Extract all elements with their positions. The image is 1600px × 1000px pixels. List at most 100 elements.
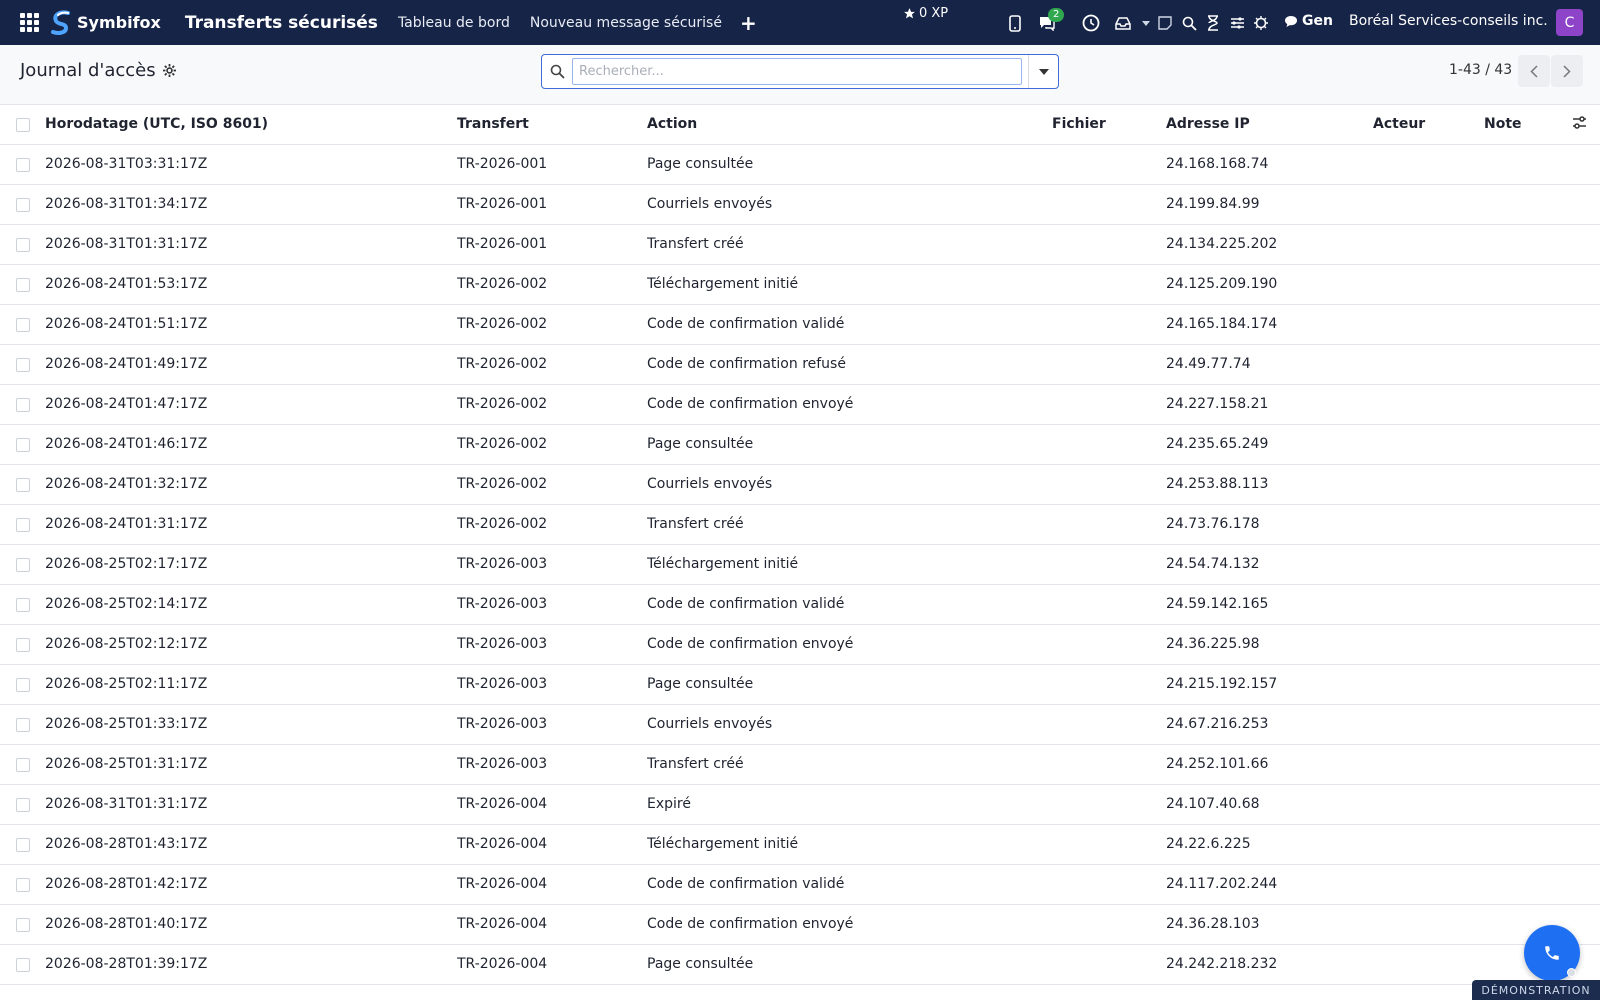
row-checkbox[interactable] [16, 358, 30, 372]
search-options-caret-icon[interactable] [1028, 55, 1058, 88]
row-checkbox[interactable] [16, 198, 30, 212]
company-switcher[interactable]: Boréal Services-conseils inc. [1349, 13, 1548, 29]
column-header-action[interactable]: Action [647, 105, 1047, 144]
cell-transfer: TR-2026-001 [457, 196, 548, 212]
table-row[interactable]: 2026-08-31T03:31:17Z TR-2026-001 Page cons… [0, 145, 1600, 185]
cell-actor [1373, 865, 1473, 904]
table-row[interactable]: 2026-08-24T01:49:17Z TR-2026-002 Code de c… [0, 345, 1600, 385]
row-checkbox[interactable] [16, 878, 30, 892]
table-row[interactable]: 2026-08-25T02:14:17Z TR-2026-003 Code de c… [0, 585, 1600, 625]
row-checkbox[interactable] [16, 318, 30, 332]
table-row[interactable]: 2026-08-25T01:31:17Z TR-2026-003 Transfert… [0, 745, 1600, 785]
xp-counter[interactable]: 0 XP [903, 6, 948, 21]
row-checkbox[interactable] [16, 478, 30, 492]
pager-value[interactable]: 1-43 / 43 [1449, 62, 1512, 78]
table-row[interactable]: 2026-08-25T01:33:17Z TR-2026-003 Courriels… [0, 705, 1600, 745]
table-row[interactable]: 2026-08-24T01:47:17Z TR-2026-002 Code de c… [0, 385, 1600, 425]
note-icon[interactable] [1154, 12, 1176, 34]
row-checkbox[interactable] [16, 558, 30, 572]
cell-file [1052, 785, 1162, 824]
brand-name: Symbifox [77, 13, 161, 32]
table-row[interactable]: 2026-08-28T01:39:17Z TR-2026-004 Page cons… [0, 945, 1600, 985]
table-row[interactable]: 2026-08-28T01:42:17Z TR-2026-004 Code de c… [0, 865, 1600, 905]
call-button[interactable] [1524, 925, 1580, 981]
row-checkbox[interactable] [16, 398, 30, 412]
inbox-icon[interactable] [1112, 12, 1134, 34]
row-checkbox[interactable] [16, 238, 30, 252]
column-header-ip[interactable]: Adresse IP [1166, 105, 1366, 144]
column-header-file[interactable]: Fichier [1052, 105, 1162, 144]
table-row[interactable]: 2026-08-28T01:43:17Z TR-2026-004 Télécharg… [0, 825, 1600, 865]
table-row[interactable]: 2026-08-25T02:11:17Z TR-2026-003 Page cons… [0, 665, 1600, 705]
table-row[interactable]: 2026-08-25T02:12:17Z TR-2026-003 Code de c… [0, 625, 1600, 665]
app-title[interactable]: Transferts sécurisés [185, 13, 378, 33]
add-icon[interactable]: + [740, 13, 757, 33]
search-icon[interactable] [542, 64, 572, 79]
table-row[interactable]: 2026-08-31T01:31:17Z TR-2026-004 Expiré 24.… [0, 785, 1600, 825]
row-checkbox[interactable] [16, 678, 30, 692]
cell-transfer: TR-2026-004 [457, 916, 548, 932]
page-title: Journal d'accès [20, 60, 176, 81]
row-checkbox[interactable] [16, 518, 30, 532]
row-checkbox[interactable] [16, 718, 30, 732]
table-row[interactable]: 2026-08-24T01:51:17Z TR-2026-002 Code de c… [0, 305, 1600, 345]
apps-menu-icon[interactable] [16, 10, 42, 36]
row-checkbox[interactable] [16, 158, 30, 172]
row-checkbox[interactable] [16, 438, 30, 452]
nav-new-message[interactable]: Nouveau message sécurisé [530, 15, 722, 31]
column-header-timestamp[interactable]: Horodatage (UTC, ISO 8601) [45, 105, 445, 144]
gear-icon[interactable] [162, 64, 176, 77]
cell-action: Expiré [647, 796, 691, 812]
row-checkbox[interactable] [16, 838, 30, 852]
symbifox-logo-icon [51, 10, 70, 35]
cell-action: Code de confirmation envoyé [647, 636, 854, 652]
column-header-transfer[interactable]: Transfert [457, 105, 637, 144]
row-checkbox[interactable] [16, 278, 30, 292]
row-checkbox[interactable] [16, 918, 30, 932]
cell-ip: 24.235.65.249 [1166, 436, 1269, 452]
cell-actor [1373, 345, 1473, 384]
table-row[interactable]: 2026-08-24T01:46:17Z TR-2026-002 Page cons… [0, 425, 1600, 465]
cell-action: Transfert créé [647, 516, 744, 532]
pager-next-button[interactable] [1551, 55, 1583, 87]
table-row[interactable]: 2026-08-24T01:53:17Z TR-2026-002 Télécharg… [0, 265, 1600, 305]
caret-icon[interactable] [1140, 12, 1152, 34]
search-input[interactable] [572, 58, 1022, 85]
gen-chat-button[interactable]: Gen [1284, 13, 1333, 29]
search-icon[interactable] [1178, 12, 1200, 34]
cell-note [1484, 505, 1584, 544]
hourglass-icon[interactable] [1202, 12, 1224, 34]
cell-transfer: TR-2026-002 [457, 476, 548, 492]
cell-ip: 24.54.74.132 [1166, 556, 1260, 572]
mobile-icon[interactable] [1004, 12, 1026, 34]
cell-action: Code de confirmation validé [647, 596, 845, 612]
row-checkbox[interactable] [16, 598, 30, 612]
table-row[interactable]: 2026-08-24T01:32:17Z TR-2026-002 Courriels… [0, 465, 1600, 505]
select-all-checkbox[interactable] [16, 118, 30, 132]
chat-icon[interactable]: 2 [1036, 8, 1065, 34]
sliders-icon[interactable] [1226, 12, 1248, 34]
row-checkbox[interactable] [16, 638, 30, 652]
optional-columns-sliders-icon[interactable] [1572, 116, 1587, 134]
column-header-note[interactable]: Note [1484, 105, 1584, 144]
row-checkbox[interactable] [16, 758, 30, 772]
table-row[interactable]: 2026-08-28T01:40:17Z TR-2026-004 Code de c… [0, 905, 1600, 945]
table-row[interactable]: 2026-08-24T01:31:17Z TR-2026-002 Transfert… [0, 505, 1600, 545]
brand-logo[interactable]: Symbifox [50, 10, 161, 36]
table-row[interactable]: 2026-08-31T01:34:17Z TR-2026-001 Courriels… [0, 185, 1600, 225]
column-header-actor[interactable]: Acteur [1373, 105, 1473, 144]
table-row[interactable]: 2026-08-31T01:31:17Z TR-2026-001 Transfert… [0, 225, 1600, 265]
cell-transfer: TR-2026-004 [457, 956, 548, 972]
pager-previous-button[interactable] [1518, 55, 1550, 87]
cell-timestamp: 2026-08-25T01:31:17Z [45, 756, 208, 772]
clock-icon[interactable] [1080, 12, 1102, 34]
cell-action: Code de confirmation validé [647, 316, 845, 332]
nav-dashboard[interactable]: Tableau de bord [398, 15, 510, 31]
table-row[interactable]: 2026-08-25T02:17:17Z TR-2026-003 Télécharg… [0, 545, 1600, 585]
bug-icon[interactable] [1250, 12, 1272, 34]
user-avatar[interactable]: C [1556, 9, 1583, 36]
row-checkbox[interactable] [16, 958, 30, 972]
chevron-left-icon [1530, 64, 1538, 78]
cell-action: Page consultée [647, 436, 754, 452]
row-checkbox[interactable] [16, 798, 30, 812]
